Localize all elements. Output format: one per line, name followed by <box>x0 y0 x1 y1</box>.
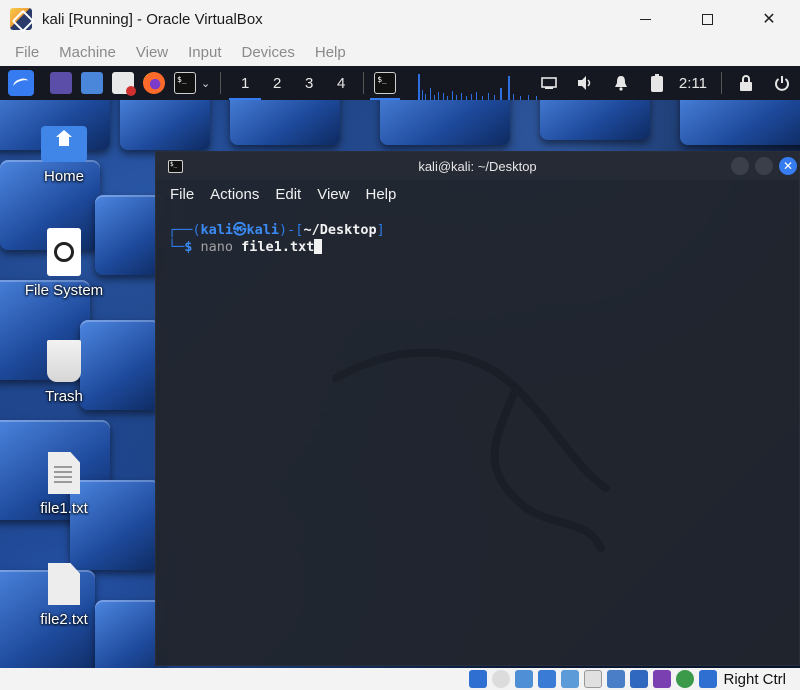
terminal-window[interactable]: $_ kali@kali: ~/Desktop ✕ File Actions E… <box>155 151 800 666</box>
terminal-minimize-button[interactable] <box>731 157 749 175</box>
terminal-close-button[interactable]: ✕ <box>779 157 797 175</box>
desktop-icon-file2[interactable]: file2.txt <box>9 563 119 628</box>
panel-separator <box>721 72 722 94</box>
vbox-menubar: File Machine View Input Devices Help <box>0 38 800 66</box>
command-argument: file1.txt <box>233 239 315 255</box>
wallpaper-shape <box>540 100 650 140</box>
recording-icon[interactable] <box>630 670 649 688</box>
wallpaper-shape <box>680 100 800 145</box>
vbox-menu-file[interactable]: File <box>5 44 49 61</box>
kali-menu-icon[interactable] <box>8 70 34 96</box>
desktop-icon-label: Trash <box>45 388 83 405</box>
desktop-icon-home[interactable]: Home <box>9 122 119 185</box>
terminal-menu-actions[interactable]: Actions <box>202 186 267 203</box>
terminal-titlebar[interactable]: $_ kali@kali: ~/Desktop ✕ <box>156 152 799 180</box>
command-line[interactable]: └─$ nano file1.txt <box>168 239 799 256</box>
desktop-icon-label: file2.txt <box>40 611 88 628</box>
panel-separator <box>363 72 365 94</box>
power-icon[interactable] <box>771 72 793 94</box>
wallpaper-shape <box>230 100 340 145</box>
workspace-switcher: 1 2 3 4 <box>229 66 357 100</box>
wallpaper-shape <box>120 100 210 150</box>
close-button[interactable]: ✕ <box>738 0 800 38</box>
desktop-icon-trash[interactable]: Trash <box>9 340 119 405</box>
window-controls: ✕ <box>614 0 800 38</box>
terminal-menu-help[interactable]: Help <box>357 186 404 203</box>
window-title: kali [Running] - Oracle VirtualBox <box>42 10 263 28</box>
audio-icon[interactable] <box>515 670 534 688</box>
command-name: nano <box>200 239 234 255</box>
terminal-launcher-icon[interactable]: $_ <box>174 72 196 94</box>
maximize-button[interactable] <box>676 0 738 38</box>
terminal-menu-file[interactable]: File <box>162 186 202 203</box>
desktop: Home File System Trash file1.txt file2.t… <box>0 100 800 668</box>
chevron-down-icon[interactable]: ⌄ <box>201 77 210 90</box>
terminal-menubar: File Actions Edit View Help <box>156 180 799 208</box>
network-icon[interactable] <box>538 72 560 94</box>
desktop-icon-file1[interactable]: file1.txt <box>9 452 119 517</box>
close-icon: ✕ <box>762 11 776 28</box>
battery-icon[interactable] <box>646 72 668 94</box>
vbox-menu-view[interactable]: View <box>126 44 178 61</box>
minimize-icon <box>639 18 651 20</box>
drive-icon <box>47 228 81 276</box>
kali-panel: $_ ⌄ 1 2 3 4 $_ 2:11 <box>0 66 800 100</box>
panel-separator <box>220 72 222 94</box>
show-desktop-icon[interactable] <box>50 72 72 94</box>
storage-icon[interactable] <box>469 670 488 688</box>
home-folder-icon <box>41 126 87 162</box>
vbox-menu-help[interactable]: Help <box>305 44 356 61</box>
vt-x-icon[interactable] <box>653 670 672 688</box>
minimize-button[interactable] <box>614 0 676 38</box>
blank-file-icon <box>48 563 80 605</box>
firefox-icon[interactable] <box>143 72 165 94</box>
display-icon[interactable] <box>607 670 626 688</box>
terminal-window-controls: ✕ <box>725 157 797 175</box>
desktop-icon-label: file1.txt <box>40 500 88 517</box>
guest-additions-icon[interactable] <box>676 670 695 688</box>
terminal-maximize-button[interactable] <box>755 157 773 175</box>
workspace-4[interactable]: 4 <box>325 66 357 100</box>
text-editor-icon[interactable] <box>112 72 136 96</box>
prompt-line: ┌──(kali㉿kali)-[~/Desktop] <box>168 222 385 238</box>
kali-dragon-watermark <box>332 348 610 552</box>
cpu-graph <box>418 74 538 100</box>
terminal-menu-edit[interactable]: Edit <box>267 186 309 203</box>
vbox-menu-machine[interactable]: Machine <box>49 44 126 61</box>
terminal-icon: $_ <box>374 72 397 94</box>
taskbar-terminal-button[interactable]: $_ <box>370 66 401 100</box>
window-titlebar: kali [Running] - Oracle VirtualBox ✕ <box>0 0 800 38</box>
shared-folders-icon[interactable] <box>584 670 603 688</box>
wallpaper-shape <box>380 100 510 145</box>
system-tray: 2:11 <box>531 66 800 100</box>
notifications-bell-icon[interactable] <box>610 72 632 94</box>
panel-clock[interactable]: 2:11 <box>679 75 707 92</box>
host-key-label[interactable]: Right Ctrl <box>723 671 786 688</box>
desktop-icon-file-system[interactable]: File System <box>9 228 119 299</box>
desktop-icon-label: File System <box>24 282 104 299</box>
volume-icon[interactable] <box>574 72 596 94</box>
terminal-title: kali@kali: ~/Desktop <box>418 158 537 174</box>
trash-icon <box>47 340 81 382</box>
text-cursor <box>314 239 323 254</box>
vbox-menu-devices[interactable]: Devices <box>232 44 305 61</box>
mouse-integration-icon[interactable] <box>699 670 718 688</box>
usb-icon[interactable] <box>561 670 580 688</box>
vbox-menu-input[interactable]: Input <box>178 44 231 61</box>
maximize-icon <box>701 13 713 25</box>
close-icon: ✕ <box>782 159 794 173</box>
workspace-2[interactable]: 2 <box>261 66 293 100</box>
file-manager-icon[interactable] <box>81 72 103 94</box>
desktop-icon-label: Home <box>43 168 84 185</box>
text-file-icon <box>48 452 80 494</box>
workspace-1[interactable]: 1 <box>229 66 262 100</box>
vbox-statusbar: Right Ctrl <box>0 668 800 690</box>
terminal-menu-view[interactable]: View <box>309 186 357 203</box>
virtualbox-app-icon <box>10 8 32 30</box>
network-adapter-icon[interactable] <box>538 670 557 688</box>
lock-screen-icon[interactable] <box>735 72 757 94</box>
workspace-3[interactable]: 3 <box>293 66 325 100</box>
terminal-output[interactable]: ┌──(kali㉿kali)-[~/Desktop] └─$ nano file… <box>156 208 799 663</box>
optical-drive-icon[interactable] <box>492 670 511 688</box>
